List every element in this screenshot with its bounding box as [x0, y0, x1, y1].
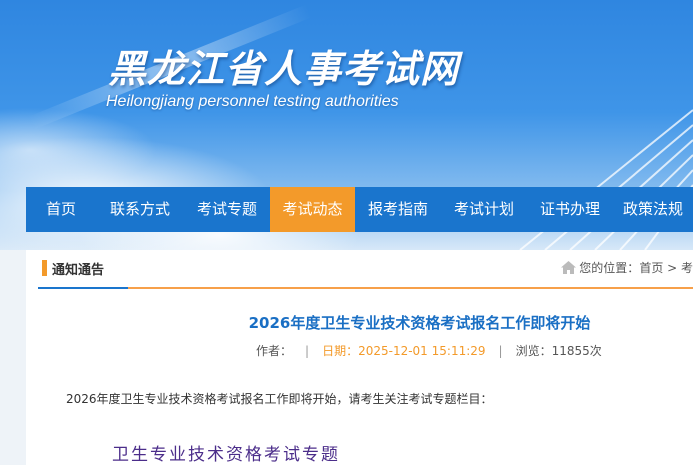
date-label: 日期：: [322, 344, 359, 358]
author-label: 作者：: [256, 344, 293, 358]
breadcrumb-link[interactable]: 首页 > 考: [639, 261, 693, 275]
article-title: 2026年度卫生专业技术资格考试报名工作即将开始: [248, 314, 591, 332]
section-header: 通知通告 您的位置：首页 > 考: [38, 250, 693, 289]
date-value: 2025-12-01 15:11:29: [358, 344, 486, 358]
nav-item-contact[interactable]: 联系方式: [96, 187, 184, 232]
views-label: 浏览：: [515, 344, 552, 358]
article-meta: 作者： | 日期：2025-12-01 15:11:29 | 浏览：11855次: [256, 342, 602, 359]
section-tab: 通知通告: [38, 250, 128, 289]
site-subtitle: Heilongjiang personnel testing authoriti…: [106, 93, 399, 110]
section-marker: [42, 260, 47, 276]
topic-link[interactable]: 卫生专业技术资格考试专题: [112, 440, 340, 465]
section-title: 通知通告: [52, 263, 105, 278]
nav-item-exam-topics[interactable]: 考试专题: [184, 187, 270, 232]
nav-item-home[interactable]: 首页: [26, 187, 96, 232]
main-nav: 首页 联系方式 考试专题 考试动态 报考指南 考试计划 证书办理 政策法规: [26, 187, 693, 232]
meta-divider: |: [498, 344, 503, 358]
content-panel: 通知通告 您的位置：首页 > 考 2026年度卫生专业技术资格考试报名工作即将开…: [26, 250, 693, 465]
site-title: 黑龙江省人事考试网: [108, 47, 460, 91]
location-label: 您的位置：: [579, 261, 640, 275]
nav-item-policy[interactable]: 政策法规: [613, 187, 693, 232]
meta-divider: |: [305, 344, 310, 358]
nav-item-certificate[interactable]: 证书办理: [527, 187, 613, 232]
nav-item-exam-news[interactable]: 考试动态: [270, 187, 355, 232]
breadcrumb: 您的位置：首页 > 考: [561, 259, 693, 276]
nav-item-exam-plan[interactable]: 考试计划: [441, 187, 527, 232]
article-body: 2026年度卫生专业技术资格考试报名工作即将开始，请考生关注考试专题栏目：: [66, 392, 493, 406]
views-value: 11855次: [551, 344, 602, 358]
home-icon: [561, 261, 577, 274]
nav-item-exam-guide[interactable]: 报考指南: [355, 187, 441, 232]
